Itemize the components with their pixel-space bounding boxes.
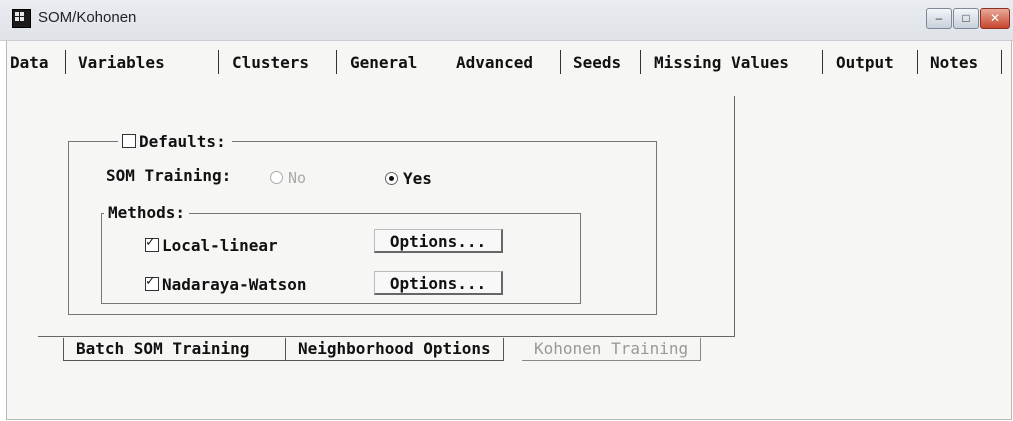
- som-training-label: SOM Training:: [106, 166, 232, 185]
- tab-separator: [917, 50, 918, 74]
- panel-border: [38, 336, 735, 337]
- local-linear-options-button[interactable]: Options...: [374, 229, 503, 253]
- subtab-batch-som-training[interactable]: Batch SOM Training: [63, 338, 261, 360]
- minimize-button[interactable]: –: [926, 8, 952, 29]
- local-linear-checkbox[interactable]: Local-linear: [145, 234, 278, 255]
- tab-missing-values[interactable]: Missing Values: [650, 53, 793, 72]
- tab-output[interactable]: Output: [832, 53, 898, 72]
- tab-advanced[interactable]: Advanced: [452, 53, 537, 72]
- tab-clusters[interactable]: Clusters: [228, 53, 313, 72]
- tab-seeds[interactable]: Seeds: [569, 53, 625, 72]
- maximize-button[interactable]: □: [953, 8, 979, 29]
- subtab-underline: [63, 360, 285, 361]
- checkbox-icon[interactable]: [122, 134, 136, 148]
- nadaraya-watson-label: Nadaraya-Watson: [162, 275, 307, 294]
- tab-separator: [822, 50, 823, 74]
- tab-separator: [336, 50, 337, 74]
- radio-selected-icon[interactable]: [385, 172, 398, 185]
- title-bar: SOM/Kohonen – □ ✕: [0, 0, 1013, 41]
- methods-legend: Methods:: [104, 204, 190, 222]
- window-title: SOM/Kohonen: [38, 9, 137, 26]
- tab-separator: [560, 50, 561, 74]
- radio-icon: [270, 171, 283, 184]
- tab-general[interactable]: General: [346, 53, 421, 72]
- som-training-no-radio: No: [270, 169, 306, 187]
- tab-separator: [65, 50, 66, 74]
- checkbox-checked-icon[interactable]: [145, 234, 159, 252]
- tab-strip: Data Variables Clusters General Advanced…: [0, 48, 1013, 78]
- app-grid-icon: [12, 9, 31, 28]
- nadaraya-watson-checkbox[interactable]: Nadaraya-Watson: [145, 273, 307, 294]
- radio-label: No: [288, 169, 307, 187]
- som-training-yes-radio[interactable]: Yes: [385, 169, 432, 188]
- radio-label: Yes: [403, 169, 432, 188]
- tab-separator: [640, 50, 641, 74]
- tab-separator: [1001, 50, 1002, 74]
- nadaraya-watson-options-button[interactable]: Options...: [374, 271, 503, 295]
- tab-data[interactable]: Data: [6, 53, 53, 72]
- subtab-neighborhood-options[interactable]: Neighborhood Options: [285, 338, 504, 361]
- checkbox-checked-icon[interactable]: [145, 273, 159, 291]
- tab-variables[interactable]: Variables: [74, 53, 169, 72]
- subtab-kohonen-training: Kohonen Training: [522, 338, 702, 361]
- panel-border: [734, 96, 735, 336]
- defaults-label: Defaults:: [139, 132, 226, 151]
- close-button[interactable]: ✕: [980, 8, 1010, 29]
- tab-separator: [218, 50, 219, 74]
- tab-notes[interactable]: Notes: [926, 53, 982, 72]
- local-linear-label: Local-linear: [162, 236, 278, 255]
- defaults-checkbox[interactable]: Defaults:: [118, 133, 232, 151]
